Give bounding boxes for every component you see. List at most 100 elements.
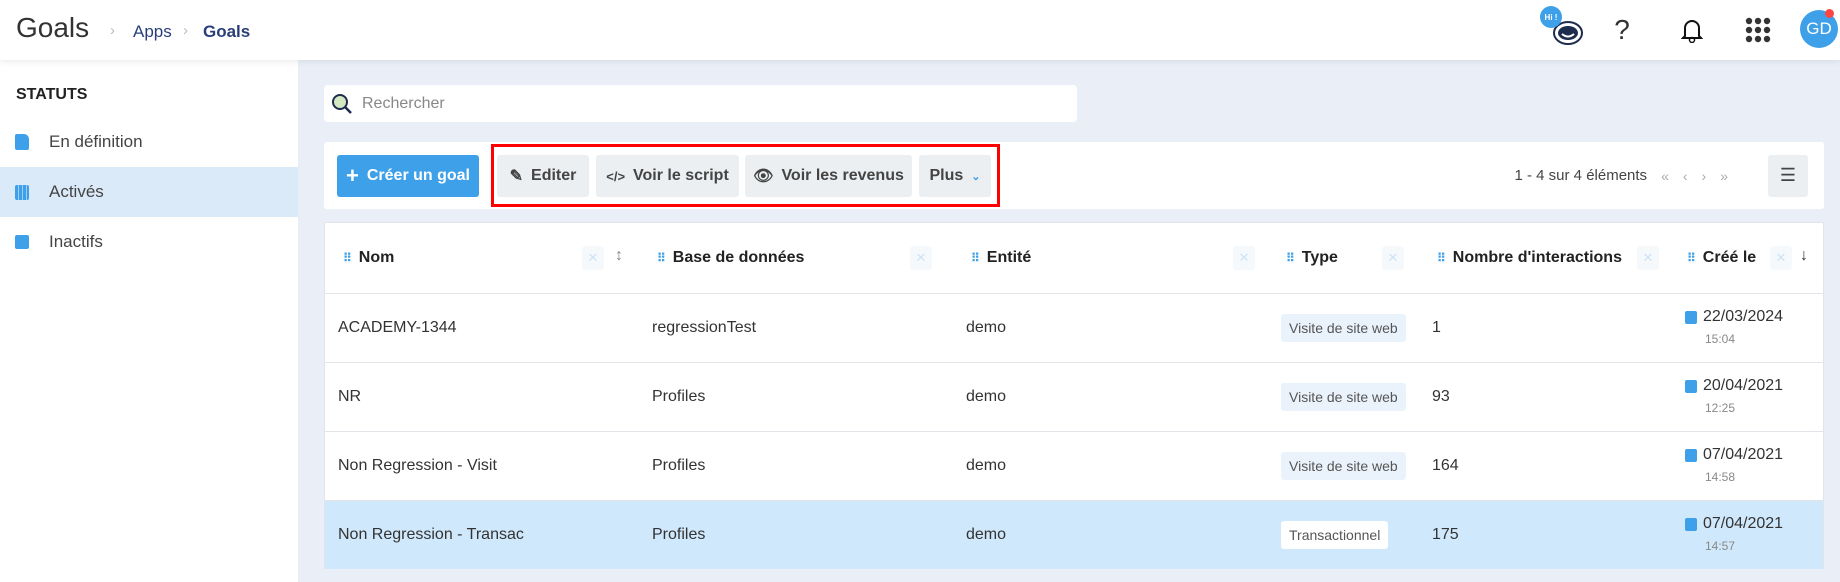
sidebar-item-en-definition[interactable]: En définition [0, 117, 298, 167]
button-label: Voir le script [633, 167, 729, 184]
remove-column-icon[interactable]: ✕ [582, 246, 604, 270]
sort-icon[interactable]: ↕ [615, 247, 623, 265]
table-row[interactable]: Non Regression - Visit Profiles demo Vis… [325, 431, 1823, 500]
assistant-button[interactable]: Hi ! [1540, 6, 1584, 48]
search-icon [332, 93, 352, 114]
drag-handle-icon[interactable]: ⠿ [343, 251, 352, 265]
remove-column-icon[interactable]: ✕ [1637, 246, 1659, 270]
list-view-button[interactable]: ☰ [1768, 154, 1808, 197]
cell-entite: demo [966, 526, 1007, 543]
cell-interactions: 164 [1432, 457, 1459, 474]
cell-interactions: 175 [1432, 526, 1459, 543]
cell-nom: Non Regression - Visit [338, 457, 497, 474]
help-icon[interactable]: ? [1604, 12, 1640, 48]
sidebar-item-inactifs[interactable]: Inactifs [0, 217, 298, 267]
column-header-entite[interactable]: ⠿ Entité [971, 223, 1031, 293]
calendar-icon [15, 184, 29, 200]
pagination: 1 - 4 sur 4 éléments « ‹ › » ☰ [1514, 142, 1808, 209]
cell-nom: NR [338, 388, 362, 405]
table-row[interactable]: Non Regression - Transac Profiles demo T… [325, 500, 1823, 569]
column-header-cree-le[interactable]: ⠿ Créé le [1687, 223, 1756, 293]
apps-grid-icon[interactable] [1740, 12, 1776, 48]
chevron-down-icon: ⌄ [971, 170, 981, 183]
table-row[interactable]: NR Profiles demo Visite de site web 93 2… [325, 362, 1823, 431]
sidebar-item-label: En définition [49, 132, 143, 151]
cell-entite: demo [966, 457, 1007, 474]
remove-column-icon[interactable]: ✕ [1233, 246, 1255, 270]
prev-page-icon[interactable]: ‹ [1683, 168, 1688, 184]
file-icon [15, 134, 29, 150]
column-label: Nombre d'interactions [1452, 249, 1622, 266]
calendar-icon [1685, 380, 1697, 393]
calendar-icon [1685, 518, 1697, 531]
sidebar-item-label: Activés [49, 182, 104, 201]
edit-button[interactable]: ✎ Editer [497, 155, 589, 197]
cell-entite: demo [966, 388, 1007, 405]
drag-handle-icon[interactable]: ⠿ [1437, 251, 1446, 265]
drag-handle-icon[interactable]: ⠿ [971, 251, 980, 265]
page-title: Goals [16, 12, 90, 43]
column-header-type[interactable]: ⠿ Type [1286, 223, 1338, 293]
type-badge: Visite de site web [1281, 452, 1406, 480]
create-goal-button[interactable]: + Créer un goal [337, 155, 479, 197]
bell-icon[interactable] [1674, 12, 1710, 48]
next-page-icon[interactable]: › [1702, 168, 1707, 184]
button-label: Plus [929, 167, 964, 184]
cell-date: 07/04/2021 [1703, 446, 1784, 463]
search-input[interactable]: Rechercher [324, 85, 1077, 122]
column-label: Base de données [672, 249, 805, 266]
table-row[interactable]: ACADEMY-1344 regressionTest demo Visite … [325, 293, 1823, 362]
type-badge: Transactionnel [1281, 521, 1389, 549]
notification-dot [1825, 9, 1834, 18]
cell-base: Profiles [652, 526, 706, 543]
column-header-interactions[interactable]: ⠿ Nombre d'interactions [1437, 223, 1622, 293]
pencil-icon: ✎ [509, 168, 524, 185]
button-label: Créer un goal [366, 167, 470, 184]
code-icon: </> [606, 168, 626, 184]
remove-column-icon[interactable]: ✕ [1382, 246, 1404, 270]
drag-handle-icon[interactable]: ⠿ [1687, 251, 1696, 265]
hi-badge: Hi ! [1540, 6, 1562, 28]
top-bar: Goals › Apps › Goals Hi ! ? GD [0, 0, 1840, 60]
cell-interactions: 1 [1432, 319, 1441, 336]
view-revenue-button[interactable]: 👁 Voir les revenus [745, 155, 912, 197]
column-label: Entité [986, 249, 1032, 266]
goals-table: ⠿ Nom ✕ ↕ ⠿ Base de données ✕ ⠿ Entité ✕ ⠿ T… [324, 222, 1824, 569]
cell-entite: demo [966, 319, 1007, 336]
cell-time: 14:58 [1705, 470, 1736, 484]
view-script-button[interactable]: </> Voir le script [596, 155, 739, 197]
button-label: Editer [531, 167, 577, 184]
breadcrumb-apps[interactable]: Apps [133, 22, 172, 42]
cell-nom: Non Regression - Transac [338, 526, 524, 543]
button-label: Voir les revenus [781, 167, 904, 184]
cell-interactions: 93 [1432, 388, 1450, 405]
list-icon: ☰ [1779, 165, 1797, 185]
cell-date: 20/04/2021 [1703, 377, 1784, 394]
sidebar-item-label: Inactifs [49, 232, 103, 251]
cell-nom: ACADEMY-1344 [338, 319, 457, 336]
drag-handle-icon[interactable]: ⠿ [1286, 251, 1295, 265]
eye-icon: 👁 [753, 168, 774, 185]
more-dropdown[interactable]: Plus ⌄ [919, 155, 991, 197]
cell-time: 15:04 [1705, 332, 1736, 346]
column-header-nom[interactable]: ⠿ Nom [343, 223, 394, 293]
pagination-info: 1 - 4 sur 4 éléments [1514, 167, 1648, 184]
remove-column-icon[interactable]: ✕ [1770, 246, 1792, 270]
toolbar: + Créer un goal ✎ Editer </> Voir le script… [324, 142, 1824, 209]
sidebar: STATUTS En définition Activés Inactifs [0, 60, 298, 582]
first-page-icon[interactable]: « [1661, 168, 1669, 184]
calendar-icon [1685, 449, 1697, 462]
remove-column-icon[interactable]: ✕ [910, 246, 932, 270]
type-badge: Visite de site web [1281, 383, 1406, 411]
drag-handle-icon[interactable]: ⠿ [657, 251, 666, 265]
search-placeholder: Rechercher [362, 94, 445, 112]
sort-desc-icon[interactable]: ↓ [1800, 247, 1808, 265]
sidebar-item-actives[interactable]: Activés [0, 167, 298, 217]
chevron-right-icon: › [183, 22, 188, 39]
chevron-right-icon: › [110, 22, 115, 39]
cell-time: 12:25 [1705, 401, 1736, 415]
cell-date: 22/03/2024 [1703, 308, 1784, 325]
column-header-base[interactable]: ⠿ Base de données [657, 223, 804, 293]
sidebar-title: STATUTS [16, 86, 88, 103]
last-page-icon[interactable]: » [1720, 168, 1728, 184]
